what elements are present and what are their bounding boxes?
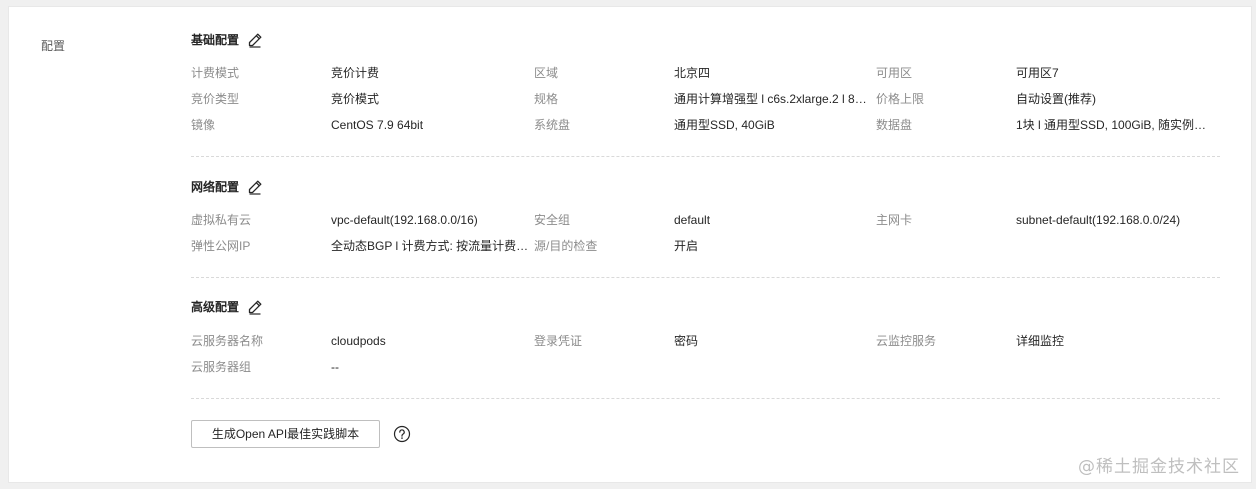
flavor-label: 规格 [534,92,559,106]
src-dst-check-label: 源/目的检查 [534,239,598,253]
system-disk-value: 通用型SSD, 40GiB [674,118,775,132]
advanced-config-header: 高级配置 [191,298,263,315]
monitoring-value: 详细监控 [1016,334,1065,348]
price-limit-label: 价格上限 [876,92,925,106]
flavor-value: 通用计算增强型 l c6s.2xlarge.2 l 8vCPUs l 16GiB [674,92,872,106]
config-panel: 配置 基础配置 计费模式 竞价计费 区域 北京四 可用区 可用区7 竞价类型 竞… [8,6,1252,483]
section-divider [191,156,1220,157]
network-row-2: 弹性公网IP 全动态BGP l 计费方式: 按流量计费 l 带宽: 5Mbit/… [191,236,1220,256]
section-divider [191,398,1220,399]
basic-row-1: 计费模式 竞价计费 区域 北京四 可用区 可用区7 [191,63,1220,83]
price-limit-value: 自动设置(推荐) [1016,92,1096,106]
vpc-label: 虚拟私有云 [191,213,252,227]
basic-config-title: 基础配置 [191,33,240,47]
region-value: 北京四 [674,66,711,80]
edit-network-config-icon[interactable] [247,179,263,195]
src-dst-check-value: 开启 [674,239,699,253]
primary-nic-label: 主网卡 [876,213,913,227]
network-config-title: 网络配置 [191,180,240,194]
eip-value: 全动态BGP l 计费方式: 按流量计费 l 带宽: 5Mbit/s [331,239,529,253]
security-group-value: default [674,213,711,227]
server-group-value: -- [331,360,339,374]
image-label: 镜像 [191,118,216,132]
billing-mode-label: 计费模式 [191,66,240,80]
vpc-value: vpc-default(192.168.0.0/16) [331,213,478,227]
server-group-label: 云服务器组 [191,360,252,374]
billing-mode-value: 竞价计费 [331,66,380,80]
eip-label: 弹性公网IP [191,239,251,253]
server-name-label: 云服务器名称 [191,334,264,348]
region-label: 区域 [534,66,559,80]
zone-label: 可用区 [876,66,913,80]
edit-advanced-config-icon[interactable] [247,299,263,315]
data-disk-value: 1块 l 通用型SSD, 100GiB, 随实例释放 [1016,118,1216,132]
edit-basic-config-icon[interactable] [247,32,263,48]
server-name-value: cloudpods [331,334,386,348]
login-credential-value: 密码 [674,334,699,348]
basic-row-3: 镜像 CentOS 7.9 64bit 系统盘 通用型SSD, 40GiB 数据… [191,115,1220,135]
basic-row-2: 竞价类型 竞价模式 规格 通用计算增强型 l c6s.2xlarge.2 l 8… [191,89,1220,109]
zone-value: 可用区7 [1016,66,1059,80]
section-divider [191,277,1220,278]
security-group-label: 安全组 [534,213,571,227]
image-value: CentOS 7.9 64bit [331,118,424,132]
monitoring-label: 云监控服务 [876,334,937,348]
generate-openapi-script-button[interactable]: 生成Open API最佳实践脚本 [191,420,380,448]
network-row-1: 虚拟私有云 vpc-default(192.168.0.0/16) 安全组 de… [191,210,1220,230]
advanced-row-1: 云服务器名称 cloudpods 登录凭证 密码 云监控服务 详细监控 [191,331,1220,351]
advanced-row-2: 云服务器组 -- [191,357,1220,377]
help-circle-icon[interactable] [393,425,411,443]
primary-nic-value: subnet-default(192.168.0.0/24) [1016,213,1181,227]
spot-type-value: 竞价模式 [331,92,380,106]
network-config-header: 网络配置 [191,178,263,195]
watermark: @稀土掘金技术社区 [1078,457,1240,477]
data-disk-label: 数据盘 [876,118,913,132]
basic-config-header: 基础配置 [191,31,263,48]
login-credential-label: 登录凭证 [534,334,583,348]
advanced-config-title: 高级配置 [191,300,240,314]
spot-type-label: 竞价类型 [191,92,240,106]
system-disk-label: 系统盘 [534,118,571,132]
config-side-label: 配置 [41,39,66,53]
